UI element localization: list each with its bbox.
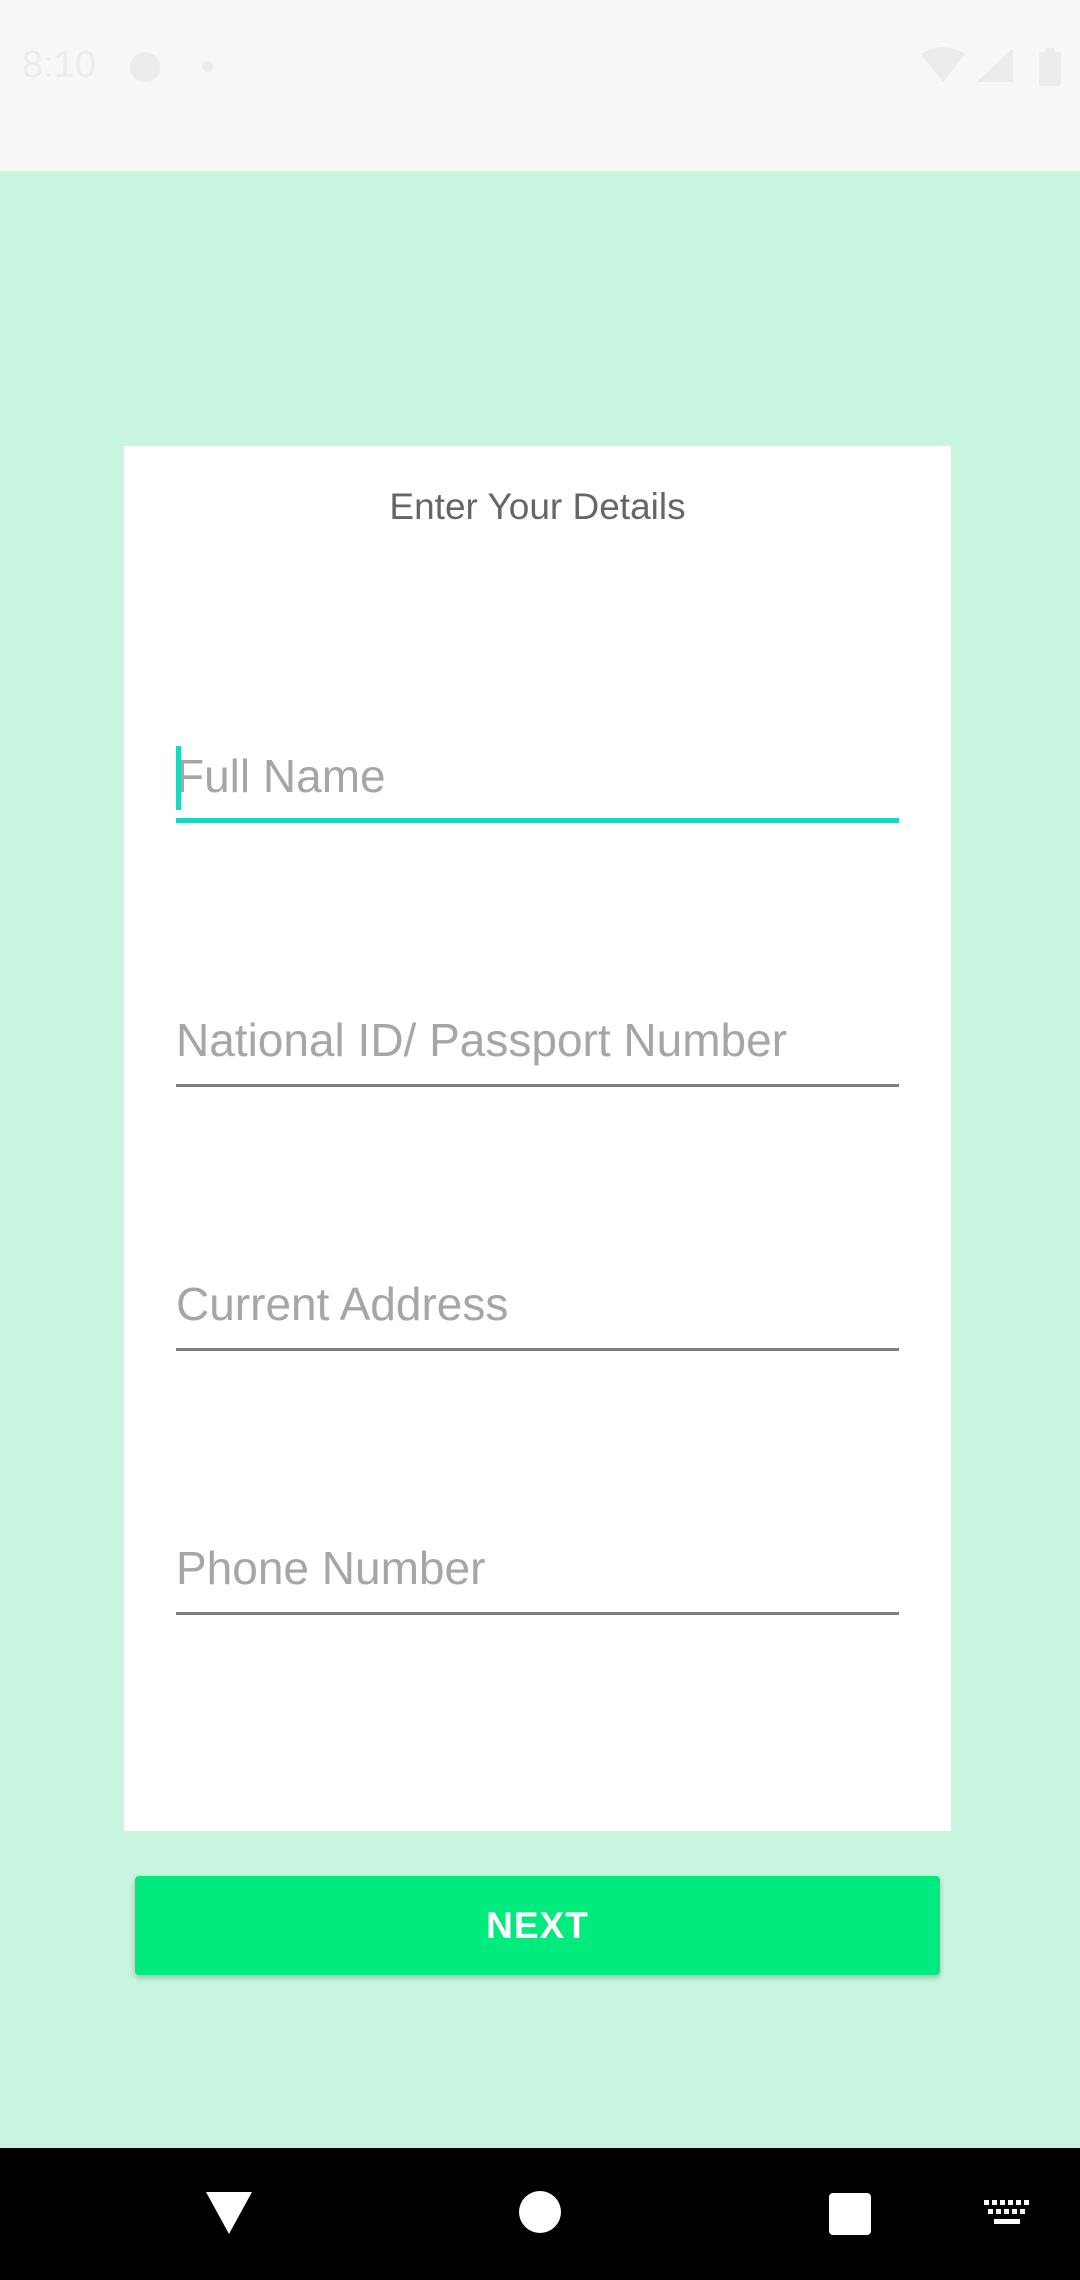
notification-icon — [130, 52, 160, 82]
current-address-field[interactable] — [176, 1264, 899, 1354]
battery-icon — [1039, 48, 1061, 86]
next-button[interactable]: NEXT — [135, 1876, 940, 1975]
status-icons — [921, 47, 1061, 86]
full-name-field[interactable] — [176, 736, 899, 826]
current-address-underline — [176, 1348, 899, 1351]
current-address-input[interactable] — [176, 1264, 899, 1344]
text-cursor — [176, 746, 181, 810]
phone-number-underline — [176, 1612, 899, 1615]
status-time: 8:10 — [22, 44, 96, 86]
navigation-bar — [0, 2148, 1080, 2280]
phone-number-field[interactable] — [176, 1528, 899, 1618]
national-id-underline — [176, 1084, 899, 1087]
national-id-input[interactable] — [176, 1000, 899, 1080]
full-name-input[interactable] — [176, 736, 899, 816]
signal-icon — [977, 48, 1013, 82]
recents-icon[interactable] — [829, 2193, 871, 2235]
full-name-underline — [176, 818, 899, 823]
home-icon[interactable] — [519, 2191, 561, 2233]
back-icon[interactable] — [204, 2190, 254, 2236]
national-id-field[interactable] — [176, 1000, 899, 1090]
dot-icon — [202, 61, 213, 72]
wifi-icon — [921, 47, 965, 82]
page-title: Enter Your Details — [389, 486, 686, 527]
phone-number-input[interactable] — [176, 1528, 899, 1608]
keyboard-icon[interactable] — [984, 2198, 1030, 2228]
status-bar: 8:10 — [0, 0, 1080, 171]
details-card: Enter Your Details — [124, 446, 951, 1831]
